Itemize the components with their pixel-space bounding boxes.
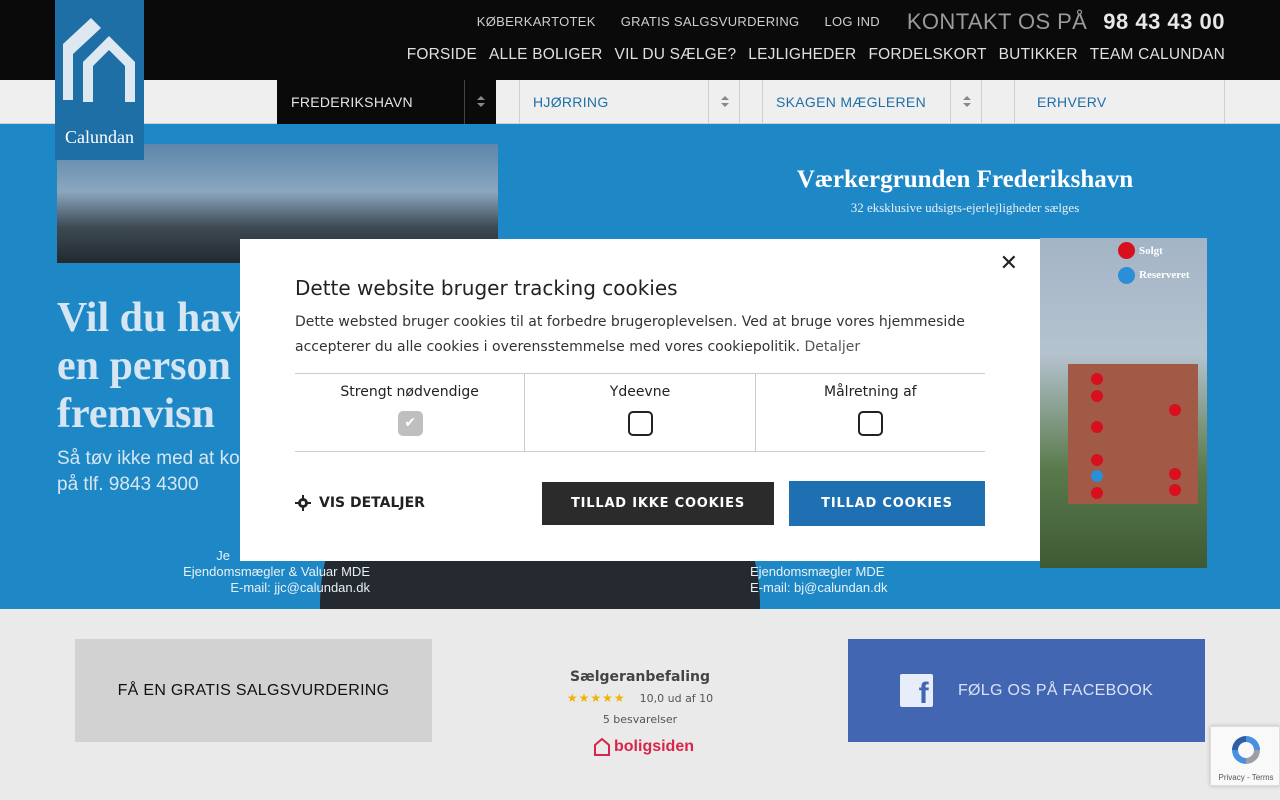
category-targeting: Målretning af xyxy=(756,374,985,451)
close-icon[interactable]: ✕ xyxy=(1000,251,1018,276)
show-details-toggle[interactable]: VIS DETALJER xyxy=(295,495,425,511)
site-logo[interactable]: Calundan xyxy=(55,0,144,160)
deny-cookies-button[interactable]: TILLAD IKKE COOKIES xyxy=(542,482,774,525)
show-details-label: VIS DETALJER xyxy=(319,495,425,511)
category-label: Strengt nødvendige xyxy=(340,384,479,400)
category-performance: Ydeevne xyxy=(525,374,756,451)
logo-mark-icon xyxy=(63,18,135,102)
category-label: Ydeevne xyxy=(609,384,671,400)
cookie-description: Dette websted bruger cookies til at forb… xyxy=(295,314,965,355)
cookie-details-link[interactable]: Detaljer xyxy=(805,339,861,355)
category-checkbox-targeting[interactable] xyxy=(858,411,884,436)
cookie-consent-dialog: ✕ Dette website bruger tracking cookies … xyxy=(240,239,1040,561)
category-strictly-necessary: Strengt nødvendige ✔ xyxy=(295,374,526,451)
category-label: Målretning af xyxy=(824,384,917,400)
cookie-dialog-title: Dette website bruger tracking cookies xyxy=(295,276,678,300)
gear-icon xyxy=(295,495,311,511)
cookie-categories: Strengt nødvendige ✔ Ydeevne Målretning … xyxy=(295,373,985,452)
category-checkbox-performance[interactable] xyxy=(627,411,653,436)
logo-text: Calundan xyxy=(65,127,134,147)
allow-cookies-button[interactable]: TILLAD COOKIES xyxy=(789,481,985,526)
category-checkbox-strictly-necessary: ✔ xyxy=(397,411,423,436)
cookie-dialog-text: Dette websted bruger cookies til at forb… xyxy=(295,310,985,360)
